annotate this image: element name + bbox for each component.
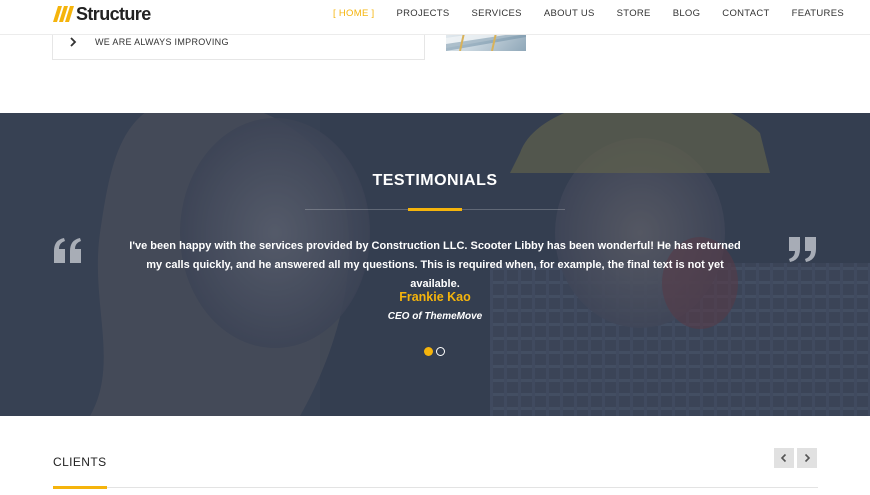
page: Structure [ HOME ] PROJECTS SERVICES ABO…	[0, 0, 870, 495]
testimonials-section: TESTIMONIALS I've been happy with the se…	[0, 113, 870, 416]
title-accent-bar	[408, 208, 462, 211]
feature-item-label: WE ARE ALWAYS IMPROVING	[95, 37, 229, 47]
nav-item-blog[interactable]: BLOG	[673, 8, 701, 19]
nav-item-services[interactable]: SERVICES	[472, 8, 522, 19]
nav-item-contact[interactable]: CONTACT	[722, 8, 769, 19]
main-nav: [ HOME ] PROJECTS SERVICES ABOUT US STOR…	[333, 8, 866, 19]
nav-item-features[interactable]: FEATURES	[792, 8, 844, 19]
clients-divider	[53, 487, 818, 488]
testimonial-role: CEO of ThemeMove	[387, 311, 483, 322]
quote-open-icon	[54, 238, 81, 263]
logo-slashes-icon	[53, 6, 74, 22]
clients-title: CLIENTS	[53, 455, 107, 469]
site-header: Structure [ HOME ] PROJECTS SERVICES ABO…	[0, 0, 870, 35]
nav-item-about-us[interactable]: ABOUT US	[544, 8, 595, 19]
chevron-right-icon	[70, 37, 77, 47]
chevron-left-icon	[780, 453, 787, 463]
clients-prev-button[interactable]	[774, 448, 794, 468]
nav-item-home[interactable]: [ HOME ]	[333, 8, 374, 19]
nav-item-projects[interactable]: PROJECTS	[396, 8, 449, 19]
testimonial-author: Frankie Kao	[399, 290, 471, 304]
testimonials-title: TESTIMONIALS	[372, 172, 498, 189]
carousel-dot-2[interactable]	[436, 347, 445, 356]
logo-text: Structure	[76, 3, 151, 24]
clients-accent-bar	[53, 486, 107, 489]
feature-item[interactable]: WE ARE ALWAYS IMPROVING	[67, 36, 229, 48]
quote-close-icon	[789, 237, 816, 262]
logo[interactable]: Structure	[53, 3, 151, 25]
carousel-dot-1[interactable]	[424, 347, 433, 356]
testimonial-quote: I've been happy with the services provid…	[129, 240, 741, 290]
carousel-dots	[424, 347, 448, 356]
clients-next-button[interactable]	[797, 448, 817, 468]
chevron-right-icon	[804, 453, 811, 463]
nav-item-store[interactable]: STORE	[617, 8, 651, 19]
